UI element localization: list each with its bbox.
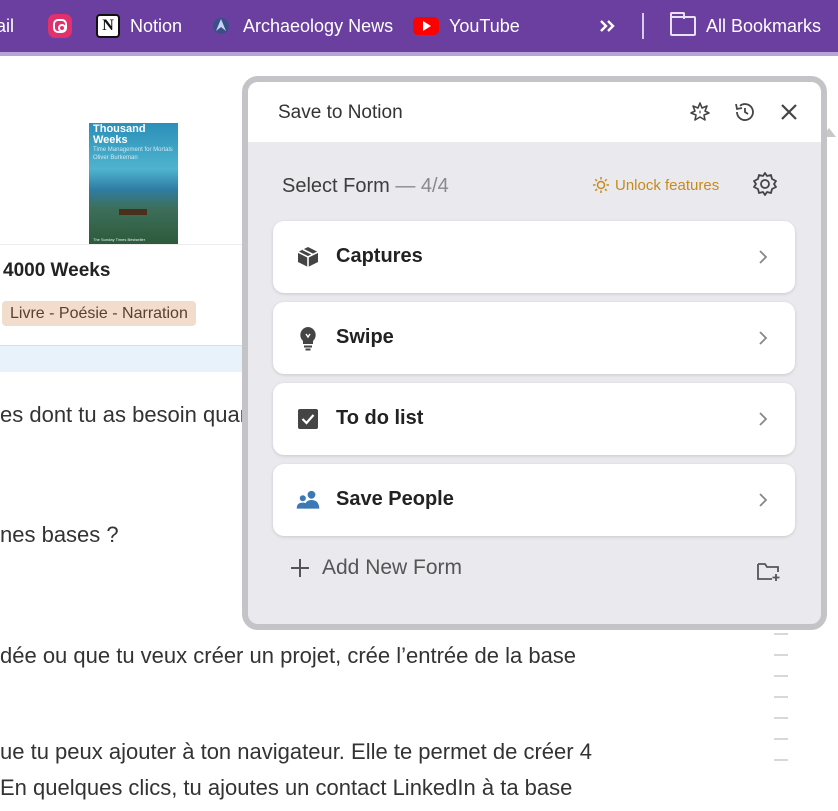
sparkle-icon[interactable] bbox=[686, 98, 714, 126]
chevron-right-icon bbox=[753, 247, 773, 267]
bookmark-archaeology-news[interactable]: Archaeology News bbox=[209, 0, 393, 52]
chevron-right-icon bbox=[753, 328, 773, 348]
bookmark-notion[interactable]: N Notion bbox=[96, 0, 182, 52]
popup-title: Save to Notion bbox=[278, 102, 403, 123]
popup-header: Save to Notion bbox=[248, 82, 821, 142]
compass-icon bbox=[209, 14, 233, 38]
plus-icon bbox=[291, 559, 309, 577]
category-tag[interactable]: Livre - Poésie - Narration bbox=[2, 301, 196, 326]
form-card-to-do-list[interactable]: To do list bbox=[273, 383, 795, 455]
box-icon bbox=[295, 244, 321, 270]
folder-icon bbox=[670, 12, 696, 36]
youtube-icon bbox=[413, 17, 439, 35]
form-card-save-people[interactable]: Save People bbox=[273, 464, 795, 536]
bookmark-instagram[interactable] bbox=[48, 0, 72, 52]
book-cover[interactable]: Thousand Weeks Time Management for Morta… bbox=[89, 123, 178, 244]
paragraph-text: es dont tu as besoin quan bbox=[0, 402, 252, 427]
book-cover-subtitle: Time Management for Mortals Oliver Burke… bbox=[93, 147, 173, 161]
unlock-features-label: Unlock features bbox=[615, 176, 720, 194]
paragraph-text: En quelques clics, tu ajoutes un contact… bbox=[0, 775, 573, 800]
outline-marker[interactable] bbox=[774, 759, 788, 761]
instagram-icon bbox=[48, 14, 72, 38]
form-label: Save People bbox=[336, 488, 454, 510]
card-title[interactable]: 4000 Weeks bbox=[3, 260, 110, 282]
book-cover-author: Oliver Burkeman bbox=[93, 155, 138, 161]
bookmark-label: Notion bbox=[130, 15, 183, 36]
close-icon[interactable] bbox=[775, 98, 803, 126]
history-icon[interactable] bbox=[731, 98, 759, 126]
bookmark-label: ail bbox=[0, 15, 15, 36]
bookmarks-separator bbox=[642, 13, 644, 39]
gear-icon[interactable] bbox=[750, 169, 780, 199]
sun-icon bbox=[593, 177, 609, 193]
select-form-label: Select Form bbox=[282, 175, 390, 197]
checkbox-icon bbox=[295, 406, 321, 432]
paragraph-text: ue tu peux ajouter à ton navigateur. Ell… bbox=[0, 739, 592, 764]
outline-marker[interactable] bbox=[774, 717, 788, 719]
bookmark-label: YouTube bbox=[449, 15, 520, 36]
select-form-heading: Select Form — 4/4 bbox=[282, 175, 449, 198]
book-cover-bench bbox=[119, 209, 147, 215]
folder-plus-icon[interactable] bbox=[755, 558, 783, 584]
form-card-captures[interactable]: Captures bbox=[273, 221, 795, 293]
unlock-features-link[interactable]: Unlock features bbox=[592, 176, 719, 194]
all-bookmarks-button[interactable]: All Bookmarks bbox=[670, 0, 821, 52]
chevron-right-icon bbox=[753, 409, 773, 429]
outline-marker[interactable] bbox=[774, 675, 788, 677]
all-bookmarks-label: All Bookmarks bbox=[706, 15, 822, 36]
add-new-form-label: Add New Form bbox=[322, 556, 463, 579]
outline-marker[interactable] bbox=[774, 654, 788, 656]
form-label: Captures bbox=[336, 245, 423, 267]
paragraph-text: dée ou que tu veux créer un projet, crée… bbox=[0, 643, 577, 668]
save-to-notion-popup: Save to Notion Select Form — 4/4 Unlock … bbox=[242, 76, 827, 630]
double-chevron-icon[interactable] bbox=[598, 0, 616, 52]
bookmark-mail[interactable]: ail bbox=[0, 0, 14, 52]
bookmark-youtube[interactable]: YouTube bbox=[413, 0, 520, 52]
form-count: — 4/4 bbox=[395, 175, 449, 197]
form-card-swipe[interactable]: Swipe bbox=[273, 302, 795, 374]
outline-marker[interactable] bbox=[774, 696, 788, 698]
outline-marker[interactable] bbox=[774, 633, 788, 635]
bookmark-label: Archaeology News bbox=[243, 15, 394, 36]
outline-marker[interactable] bbox=[774, 738, 788, 740]
notion-icon: N bbox=[96, 14, 120, 38]
bookmarks-bar: ail N Notion Archaeology News YouTube Al… bbox=[0, 0, 838, 56]
paragraph-text: nes bases ? bbox=[0, 522, 119, 547]
selected-row bbox=[0, 345, 250, 372]
book-cover-footer: The Sunday Times Bestseller bbox=[93, 237, 146, 242]
lightbulb-icon bbox=[295, 325, 321, 351]
form-label: Swipe bbox=[336, 326, 394, 348]
card-divider bbox=[0, 244, 250, 245]
chevron-right-icon bbox=[753, 490, 773, 510]
people-icon bbox=[295, 487, 321, 513]
book-cover-title: Thousand Weeks bbox=[93, 123, 146, 146]
add-new-form-button[interactable]: Add New Form bbox=[290, 556, 462, 580]
form-label: To do list bbox=[336, 407, 424, 429]
